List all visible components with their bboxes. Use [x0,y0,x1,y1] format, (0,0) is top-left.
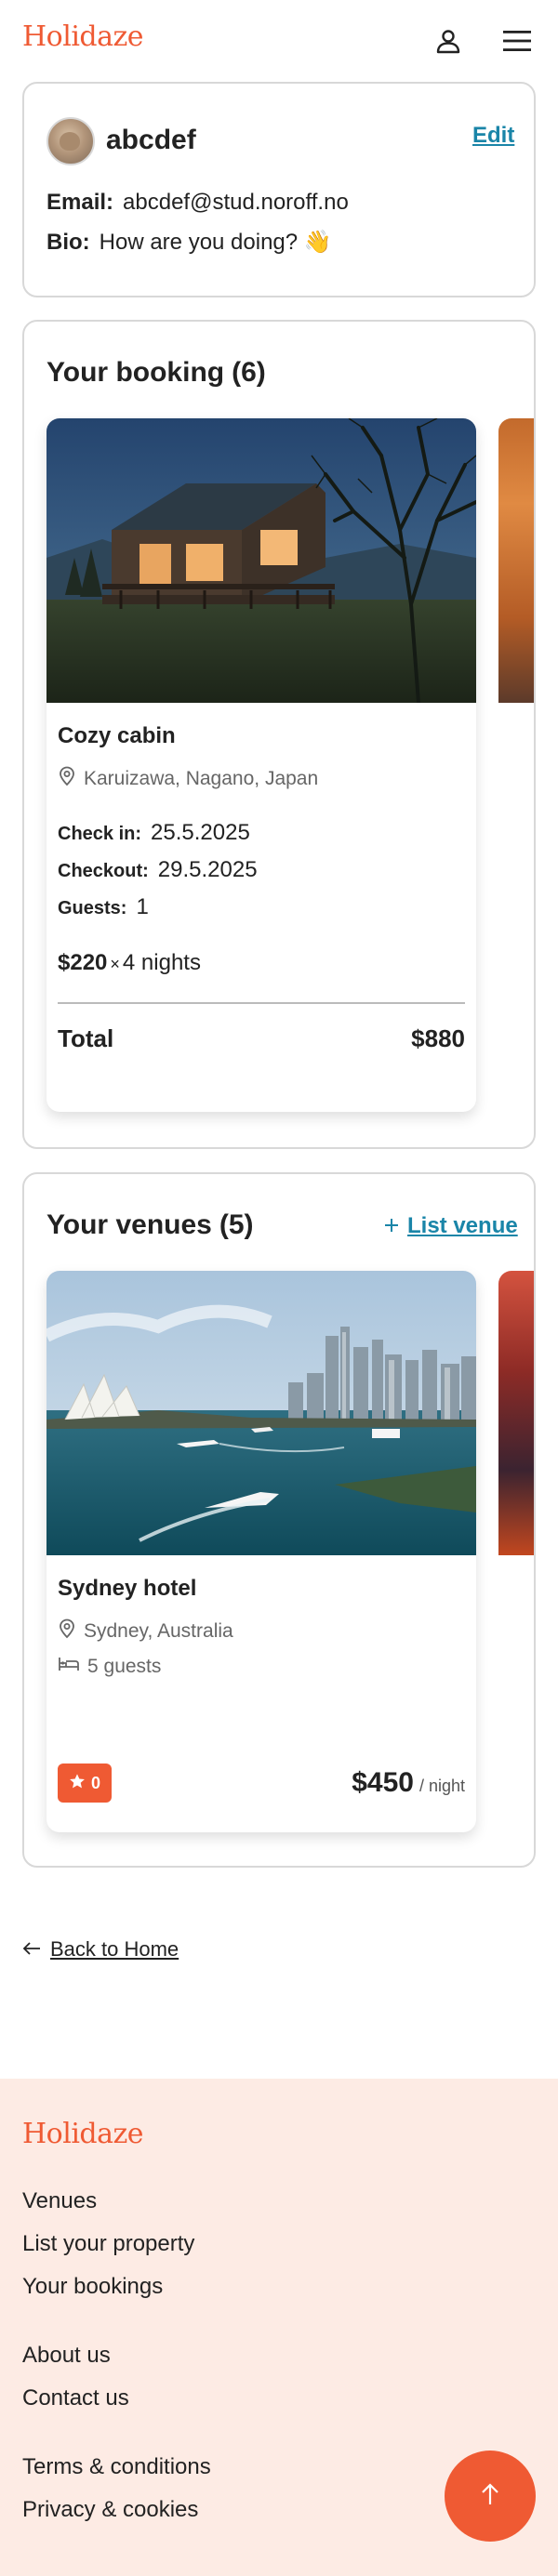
footer-link-contact[interactable]: Contact us [22,2385,129,2411]
star-icon [69,1773,86,1794]
next-booking-card-preview[interactable] [498,418,534,703]
checkout-value: 29.5.2025 [157,857,258,882]
email-value: abcdef@stud.noroff.no [123,190,349,215]
checkin-row: Check in: 25.5.2025 [58,820,250,846]
booking-location-text: Karuizawa, Nagano, Japan [84,768,319,789]
list-venue-label: List venue [407,1212,518,1238]
email-label: Email: [46,190,114,215]
profile-card: abcdef Edit Email: abcdef@stud.noroff.no … [22,82,536,297]
site-footer: Holidaze Venues List your property Your … [0,2079,558,2576]
hamburger-menu-icon[interactable] [500,24,534,58]
bed-icon [58,1656,80,1678]
bookings-section: Your booking (6) Cozy cabin Karuizawa, N… [22,320,536,1149]
times-sign: × [110,955,120,973]
avatar [46,117,95,165]
total-value: $880 [411,1024,465,1052]
bookings-count: (6) [232,357,266,388]
sydney-photo [46,1271,476,1555]
venues-title: Your venues (5) [46,1209,254,1241]
venue-guests-text: 5 guests [87,1656,162,1677]
footer-logo[interactable]: Holidaze [22,2118,144,2150]
list-venue-link[interactable]: List venue [383,1211,518,1240]
total-label: Total [58,1024,114,1052]
venues-section: Your venues (5) List venue Sydney hotel … [22,1172,536,1868]
checkout-label: Checkout: [58,861,149,881]
arrow-left-icon [22,1937,41,1962]
back-to-home-label: Back to Home [50,1937,179,1961]
rating-value: 0 [91,1773,101,1792]
edit-profile-link[interactable]: Edit [472,123,514,149]
location-pin-icon [58,1618,76,1645]
venue-price-amount: $450 [352,1767,414,1798]
venue-guests: 5 guests [58,1656,161,1678]
bio-label: Bio: [46,230,90,255]
bio-value: How are you doing? 👋 [99,230,332,255]
checkin-label: Check in: [58,824,142,844]
footer-link-terms[interactable]: Terms & conditions [22,2454,211,2480]
back-to-home-link[interactable]: Back to Home [22,1937,179,1962]
site-header: Holidaze [0,0,558,84]
logo[interactable]: Holidaze [22,20,144,53]
booking-card[interactable]: Cozy cabin Karuizawa, Nagano, Japan Chec… [46,418,476,1112]
user-icon[interactable] [432,24,465,58]
venue-price-unit: / night [418,1777,465,1795]
scroll-to-top-button[interactable] [445,2451,536,2542]
bookings-title: Your booking (6) [46,357,266,389]
profile-name: abcdef [106,125,196,155]
checkout-row: Checkout: 29.5.2025 [58,857,258,883]
checkin-value: 25.5.2025 [151,820,250,845]
venue-card[interactable]: Sydney hotel Sydney, Australia 5 guests … [46,1271,476,1832]
venue-price: $450 / night [352,1767,465,1799]
guests-row: Guests: 1 [58,894,149,920]
location-pin-icon [58,766,76,792]
nights-count: 4 nights [122,950,201,975]
guests-label: Guests: [58,898,127,918]
plus-icon [383,1211,400,1240]
footer-link-about[interactable]: About us [22,2343,111,2369]
rating-badge: 0 [58,1764,113,1803]
profile-email-row: Email: abcdef@stud.noroff.no [46,190,349,216]
footer-link-bookings[interactable]: Your bookings [22,2274,163,2300]
next-venue-card-preview[interactable] [498,1271,534,1555]
footer-link-list-property[interactable]: List your property [22,2231,194,2257]
bookings-title-text: Your booking [46,357,225,388]
venue-location: Sydney, Australia [58,1618,233,1645]
footer-link-privacy[interactable]: Privacy & cookies [22,2497,198,2523]
cabin-photo [46,418,476,703]
venues-count: (5) [219,1209,254,1240]
venue-name: Sydney hotel [58,1576,197,1601]
booking-location: Karuizawa, Nagano, Japan [58,766,318,792]
price-breakdown: $220 × 4 nights [58,950,201,976]
arrow-up-icon [479,2482,501,2511]
booking-venue-name: Cozy cabin [58,723,176,748]
venue-location-text: Sydney, Australia [84,1620,233,1642]
footer-link-venues[interactable]: Venues [22,2188,97,2214]
nightly-price: $220 [58,950,108,975]
divider [58,1002,465,1004]
venues-title-text: Your venues [46,1209,212,1240]
guests-value: 1 [136,894,149,919]
profile-bio-row: Bio: How are you doing? 👋 [46,229,332,256]
